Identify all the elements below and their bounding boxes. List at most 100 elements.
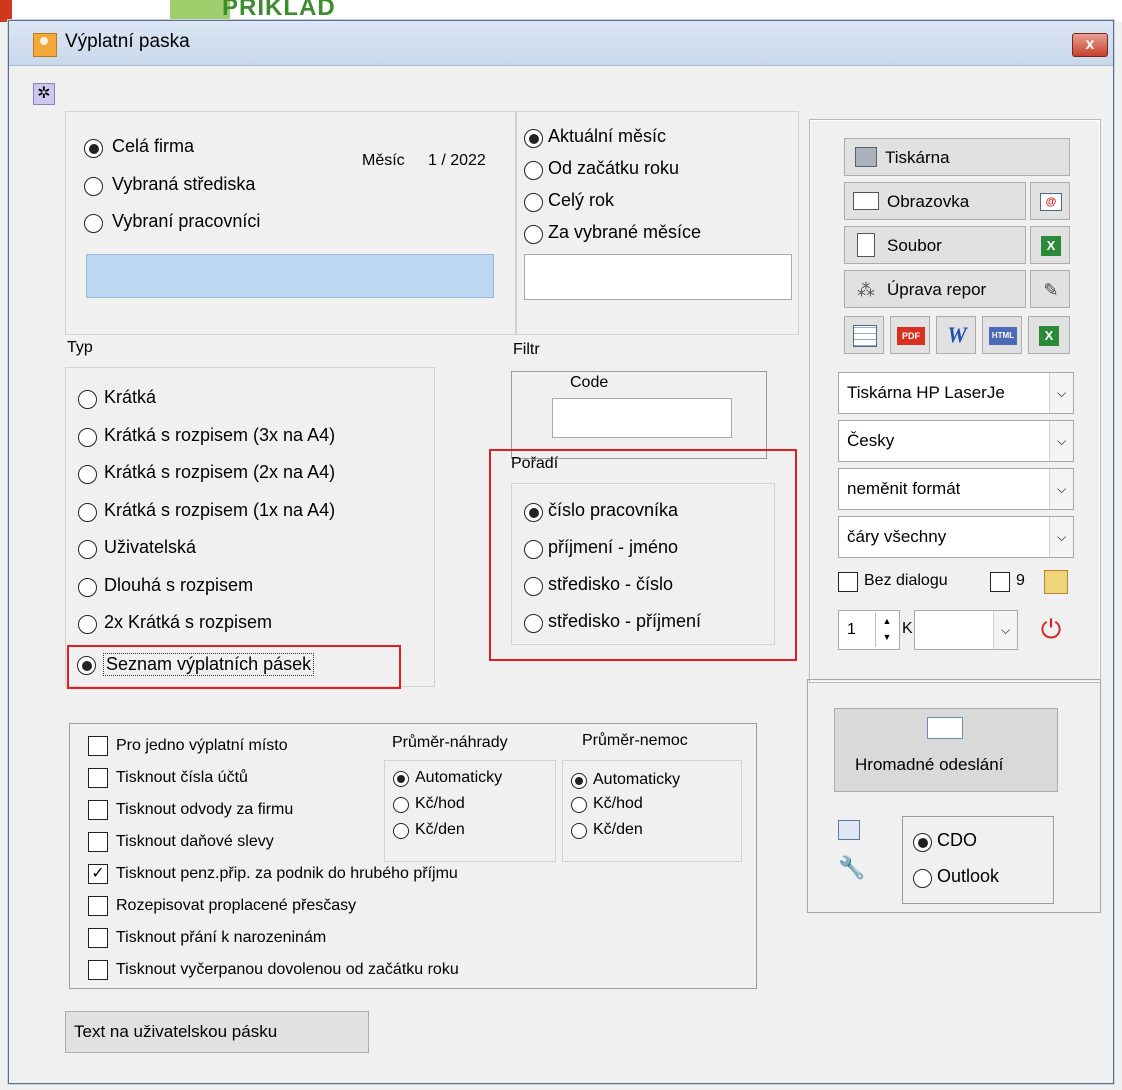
order-radio-center-surname[interactable] [524, 614, 543, 633]
avg-comp-radio-day[interactable] [393, 823, 409, 839]
type-radio-7[interactable] [77, 656, 96, 675]
mail-radio-cdo[interactable] [913, 833, 932, 852]
type-radio-6[interactable] [78, 615, 97, 634]
mail-client-panel: CDO Outlook [902, 816, 1054, 904]
period-radio-months[interactable] [524, 225, 543, 244]
key-icon[interactable] [1044, 570, 1068, 594]
gear-icon[interactable]: ✲ [33, 83, 55, 105]
avg-sick-radio-hour[interactable] [571, 797, 587, 813]
excel-export-button[interactable]: X [1030, 226, 1070, 264]
email-button[interactable]: @ [1030, 182, 1070, 220]
type-radio-2[interactable] [78, 465, 97, 484]
option-checkbox-5[interactable] [88, 896, 108, 916]
grid-export-button[interactable] [844, 316, 884, 354]
language-select[interactable]: Česky ⌵ [838, 420, 1074, 462]
window-title: Výplatní paska [65, 31, 190, 52]
designer-button[interactable]: ✎ [1030, 270, 1070, 308]
scope-radio-workers[interactable] [84, 214, 103, 233]
order-label-center-number: středisko - číslo [548, 574, 674, 594]
type-radio-3[interactable] [78, 503, 97, 522]
mass-send-button[interactable]: Hromadné odeslání [834, 708, 1058, 792]
period-label-months: Za vybrané měsíce [548, 222, 702, 242]
option-checkbox-2[interactable] [88, 800, 108, 820]
power-icon[interactable]: ⏻ [1036, 612, 1066, 646]
mass-send-panel: Hromadné odeslání 🔧 CDO Outlook [807, 679, 1101, 913]
copies-suffix: K [902, 620, 913, 637]
order-radio-center-number[interactable] [524, 577, 543, 596]
chevron-down-icon: ⌵ [1049, 373, 1073, 413]
option-checkbox-6[interactable] [88, 928, 108, 948]
avg-comp-radio-hour[interactable] [393, 797, 409, 813]
code-field[interactable] [552, 398, 732, 438]
spinner-arrows-icon[interactable]: ▲ ▼ [875, 613, 898, 647]
avg-sick-radio-day[interactable] [571, 823, 587, 839]
copies-spinner[interactable]: 1 ▲ ▼ [838, 610, 900, 650]
edit-report-button[interactable]: ⁂ Úprava repor [844, 270, 1026, 308]
option-checkbox-7[interactable] [88, 960, 108, 980]
option-label-7: Tisknout vyčerpanou dovolenou od začátku… [116, 961, 459, 978]
word-export-button[interactable]: W [936, 316, 976, 354]
order-label: Pořadí [511, 455, 559, 472]
order-radio-number[interactable] [524, 503, 543, 522]
period-radio-year[interactable] [524, 193, 543, 212]
order-radio-name[interactable] [524, 540, 543, 559]
copies-select[interactable]: ⌵ [914, 610, 1018, 650]
period-panel: Aktuální měsíc Od začátku roku Celý rok … [515, 111, 799, 335]
selection-field[interactable] [86, 254, 494, 298]
file-button[interactable]: Soubor [844, 226, 1026, 264]
scope-radio-whole-firm[interactable] [84, 139, 103, 158]
pencil-icon: ✎ [1043, 280, 1059, 300]
printer-button[interactable]: Tiskárna [844, 138, 1070, 176]
pdf-icon: PDF [897, 327, 925, 345]
type-panel: Krátká Krátká s rozpisem (3x na A4) Krát… [65, 367, 435, 687]
chevron-down-icon: ⌵ [993, 611, 1017, 649]
word-icon: W [947, 322, 967, 347]
type-label-3: Krátká s rozpisem (1x na A4) [104, 500, 336, 520]
type-radio-1[interactable] [78, 428, 97, 447]
avg-sick-radio-auto[interactable] [571, 773, 587, 789]
mail-label-outlook: Outlook [937, 866, 1000, 886]
format-select[interactable]: neměnit formát ⌵ [838, 468, 1074, 510]
scope-label-whole-firm: Celá firma [112, 136, 195, 156]
avg-comp-label-hour: Kč/hod [415, 795, 465, 812]
background-logo-shape [170, 0, 230, 20]
printer-select[interactable]: Tiskárna HP LaserJe ⌵ [838, 372, 1074, 414]
user-text-button[interactable]: Text na uživatelskou pásku [65, 1011, 369, 1053]
period-label-current: Aktuální měsíc [548, 126, 667, 146]
mail-radio-outlook[interactable] [913, 869, 932, 888]
wrench-icon[interactable]: 🔧 [838, 856, 865, 880]
filter-label: Filtr [513, 341, 540, 358]
type-radio-0[interactable] [78, 390, 97, 409]
avg-comp-label-day: Kč/den [415, 821, 465, 838]
html-export-button[interactable]: HTML [982, 316, 1022, 354]
email-icon: @ [1040, 193, 1062, 211]
option-checkbox-1[interactable] [88, 768, 108, 788]
scope-radio-centers[interactable] [84, 177, 103, 196]
mail-label-cdo: CDO [937, 830, 977, 850]
option-checkbox-0[interactable] [88, 736, 108, 756]
excel-export-button-2[interactable]: X [1028, 316, 1070, 354]
lines-select[interactable]: čáry všechny ⌵ [838, 516, 1074, 558]
option-checkbox-4[interactable]: ✓ [88, 864, 108, 884]
period-radio-ytd[interactable] [524, 161, 543, 180]
file-icon [857, 233, 875, 257]
screen-button[interactable]: Obrazovka [844, 182, 1026, 220]
pdf-export-button[interactable]: PDF [890, 316, 930, 354]
month-value: 1 / 2022 [428, 152, 486, 169]
avg-comp-label-auto: Automaticky [415, 769, 503, 786]
type-radio-5[interactable] [78, 578, 97, 597]
option-checkbox-3[interactable] [88, 832, 108, 852]
months-field[interactable] [524, 254, 792, 300]
avg-comp-radio-auto[interactable] [393, 771, 409, 787]
period-radio-current[interactable] [524, 129, 543, 148]
avg-comp-panel: Automaticky Kč/hod Kč/den [384, 760, 556, 862]
nine-checkbox[interactable] [990, 572, 1010, 592]
chevron-down-icon: ⌵ [1049, 469, 1073, 509]
edit-icon[interactable] [838, 820, 860, 840]
no-dialog-checkbox[interactable] [838, 572, 858, 592]
order-label-number: číslo pracovníka [548, 500, 679, 520]
type-radio-4[interactable] [78, 540, 97, 559]
close-button[interactable]: x [1072, 33, 1108, 57]
title-bar: Výplatní paska x [9, 21, 1113, 66]
period-label-year: Celý rok [548, 190, 615, 210]
